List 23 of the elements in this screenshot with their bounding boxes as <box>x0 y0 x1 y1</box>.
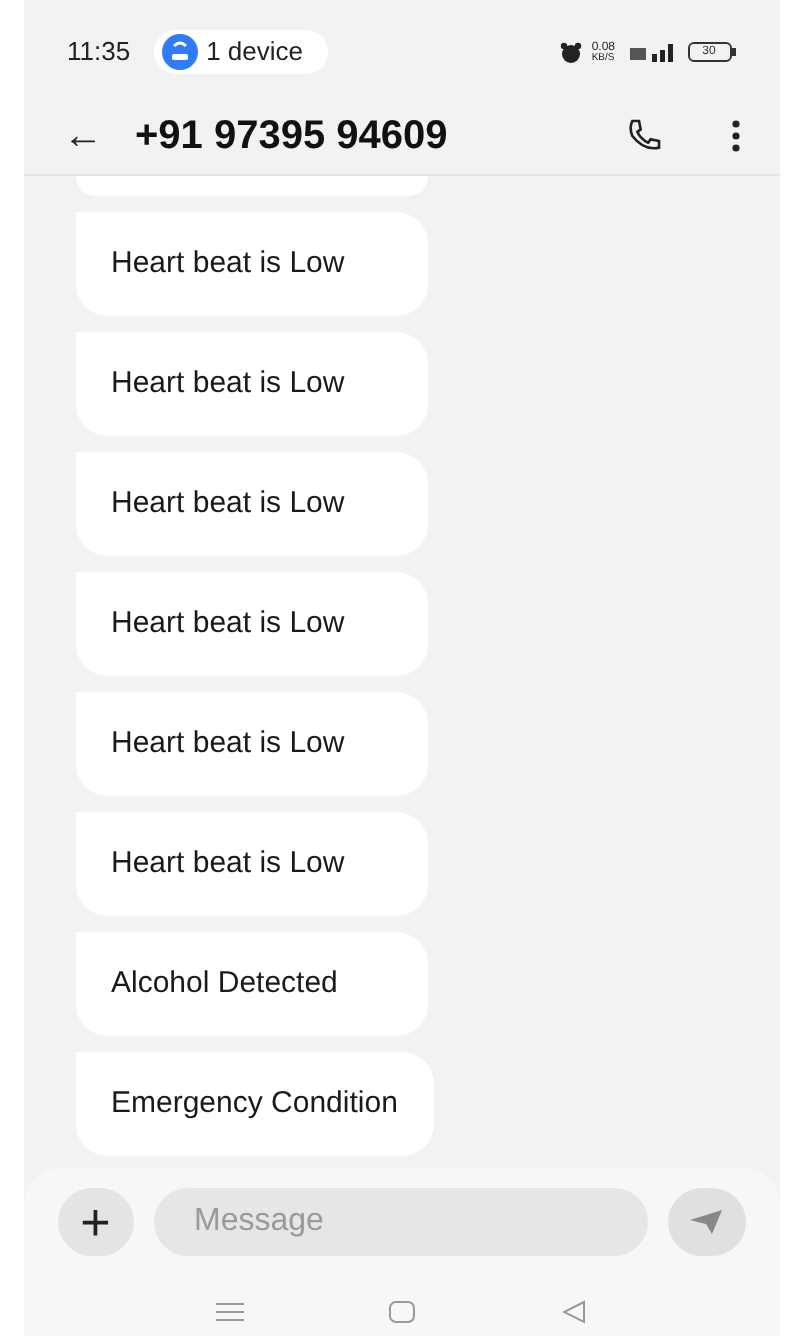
menu-icon[interactable] <box>215 1302 244 1322</box>
device-icon <box>162 34 199 70</box>
back-button[interactable]: ← <box>63 115 103 155</box>
message-text: Alcohol Detected <box>111 963 338 1004</box>
message-text: Heart beat is Low <box>111 723 345 764</box>
send-button[interactable] <box>668 1188 745 1256</box>
message-text: Heart beat is Low <box>111 243 345 284</box>
send-icon <box>688 1208 725 1236</box>
more-icon[interactable] <box>731 119 739 151</box>
device-chip[interactable]: 1 device <box>154 30 327 74</box>
back-icon[interactable] <box>562 1300 587 1324</box>
message-text: Heart beat is Low <box>111 483 345 524</box>
message-field[interactable]: Message <box>154 1188 648 1256</box>
phone-icon[interactable] <box>623 115 663 155</box>
message-text: Heart beat is Low <box>111 603 345 644</box>
contact-title: +91 97395 94609 <box>135 111 448 161</box>
signal-icon <box>625 42 677 62</box>
home-icon[interactable] <box>388 1300 417 1324</box>
message-text: Heart beat is Low <box>111 843 345 884</box>
message-text: Emergency Condition <box>111 1083 398 1124</box>
message-text: Heart beat is Low <box>111 363 345 404</box>
status-time: 11:35 <box>67 34 131 71</box>
add-button[interactable]: + <box>57 1188 134 1256</box>
